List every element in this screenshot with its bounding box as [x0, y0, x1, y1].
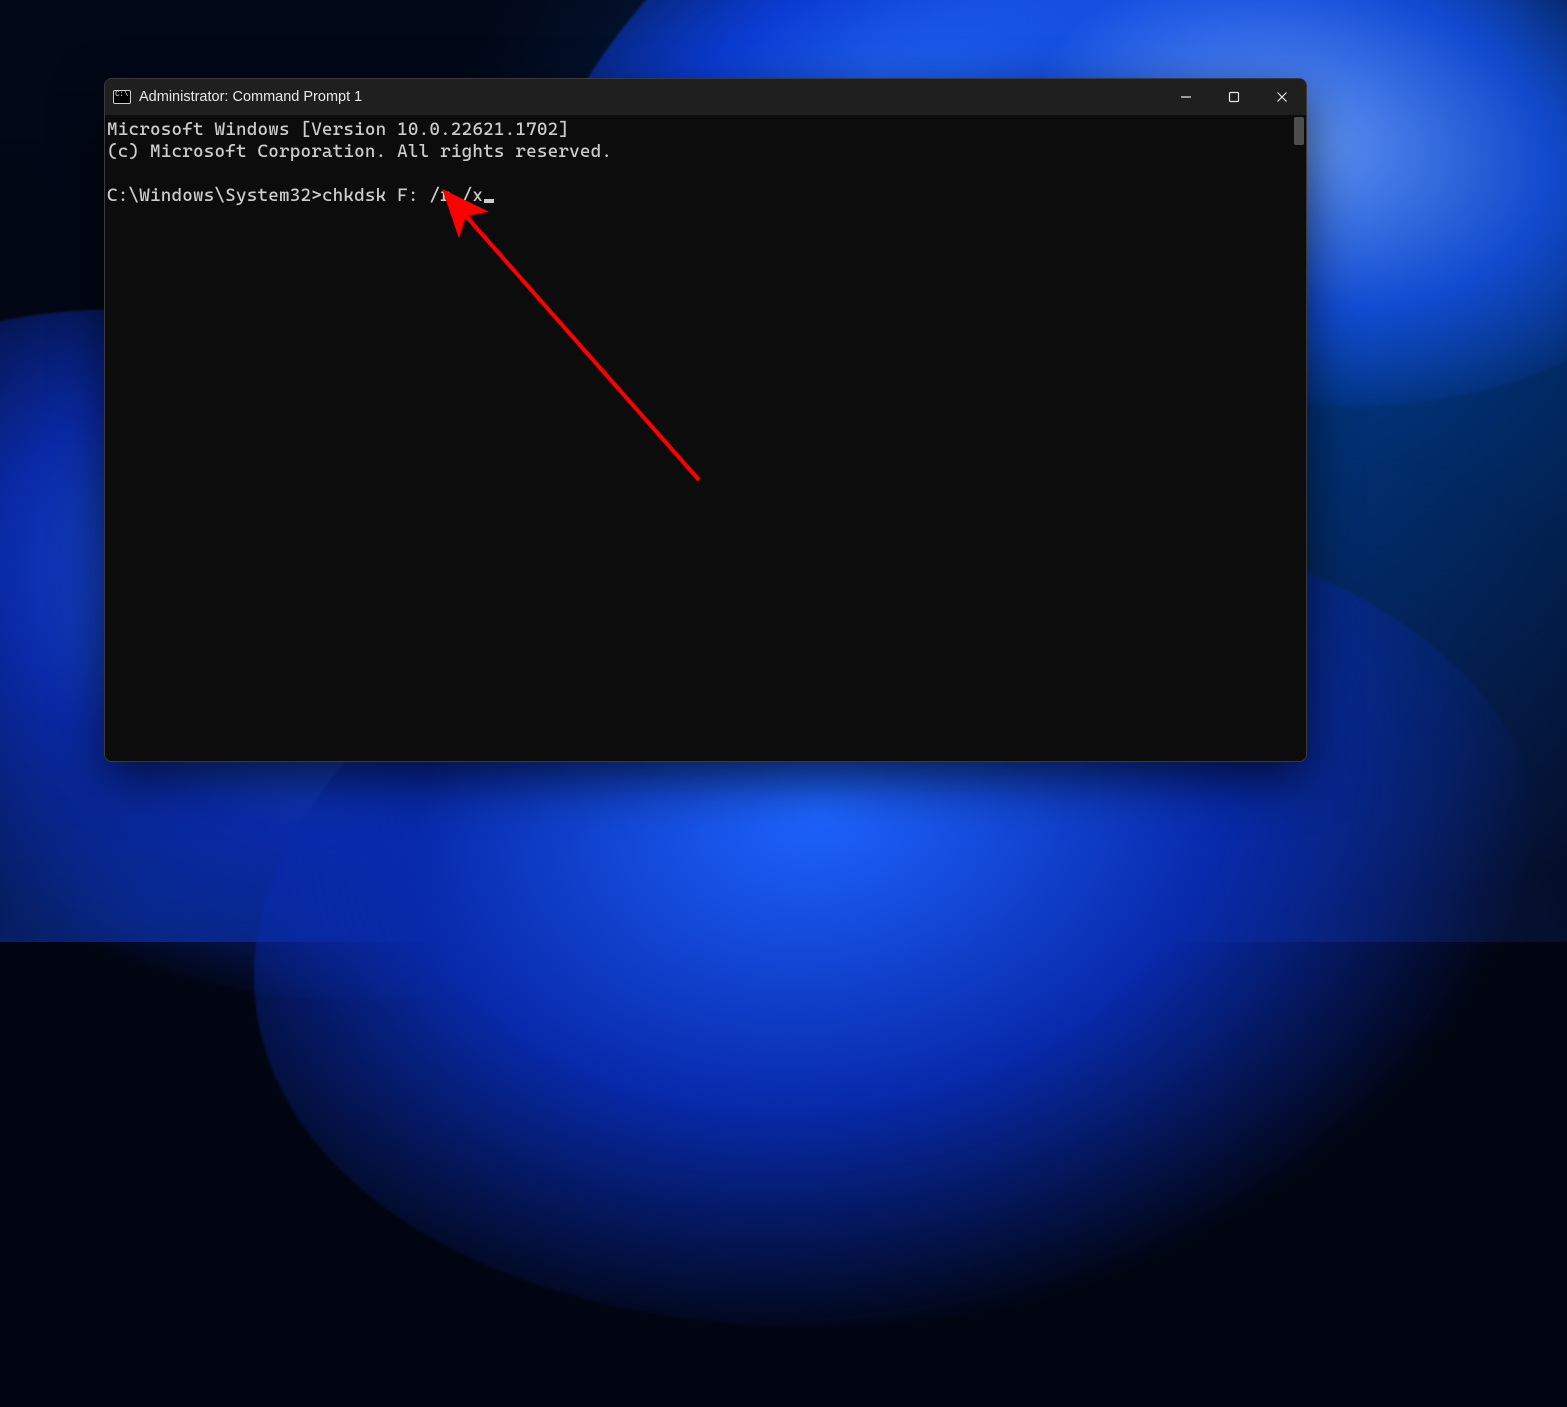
terminal-prompt: C:\Windows\System32> [107, 185, 322, 206]
terminal-line: Microsoft Windows [Version 10.0.22621.17… [107, 119, 569, 140]
scrollbar-thumb[interactable] [1294, 117, 1304, 145]
close-button[interactable] [1258, 79, 1306, 115]
command-prompt-window: Administrator: Command Prompt 1 Microsof… [104, 78, 1307, 762]
terminal-line: (c) Microsoft Corporation. All rights re… [107, 141, 612, 162]
window-controls [1162, 79, 1306, 115]
close-icon [1276, 91, 1288, 103]
terminal-output: Microsoft Windows [Version 10.0.22621.17… [107, 119, 1306, 207]
cmd-icon [113, 90, 131, 104]
terminal-area[interactable]: Microsoft Windows [Version 10.0.22621.17… [105, 115, 1306, 761]
terminal-command: chkdsk F: /r /x [322, 185, 483, 206]
scrollbar-track[interactable] [1290, 115, 1304, 761]
window-title: Administrator: Command Prompt 1 [139, 89, 362, 105]
window-titlebar[interactable]: Administrator: Command Prompt 1 [105, 79, 1306, 115]
minimize-icon [1180, 91, 1192, 103]
minimize-button[interactable] [1162, 79, 1210, 115]
maximize-icon [1228, 91, 1240, 103]
maximize-button[interactable] [1210, 79, 1258, 115]
terminal-cursor [484, 199, 494, 203]
titlebar-left: Administrator: Command Prompt 1 [113, 89, 362, 105]
